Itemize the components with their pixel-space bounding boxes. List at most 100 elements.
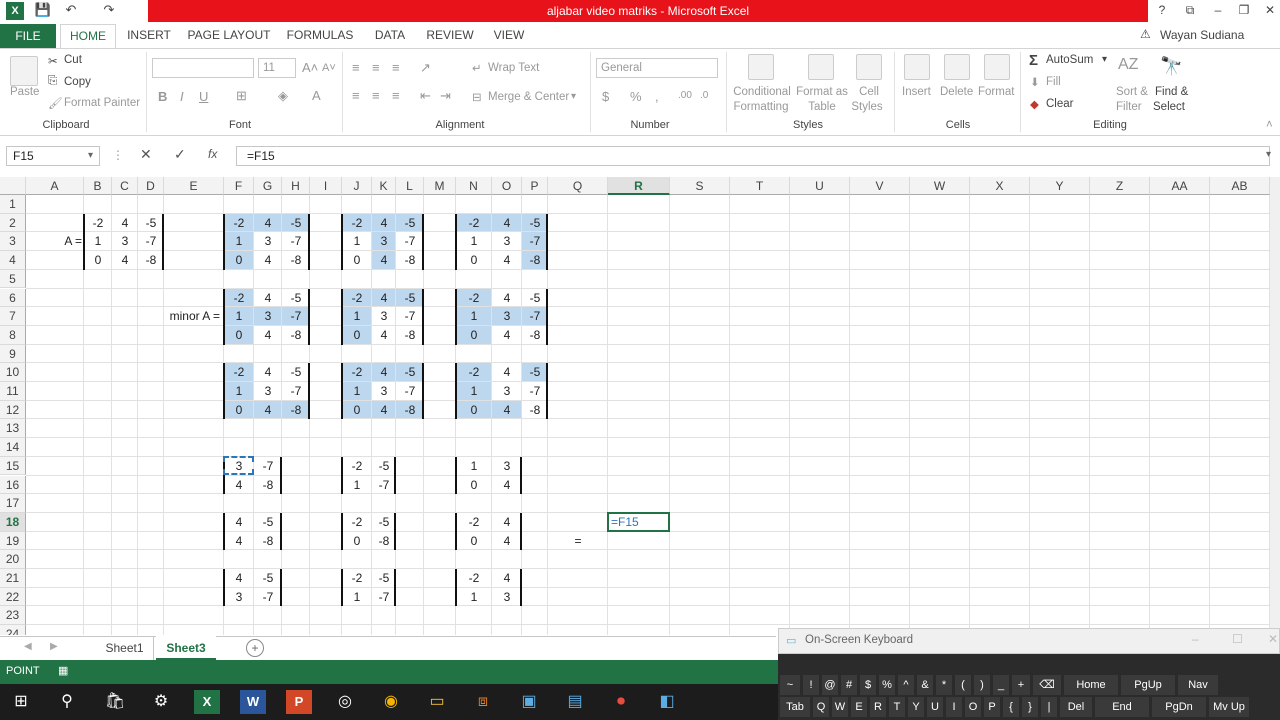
cell-g3[interactable]: 3 [254,232,282,251]
cell-o15[interactable]: 3 [492,457,522,476]
cell-k2[interactable]: 4 [372,214,396,233]
cell-f10[interactable]: -2 [224,363,254,382]
cell-f18[interactable]: 4 [224,513,254,532]
cell-p7[interactable]: -7 [522,307,548,326]
row2-key[interactable]: W [832,697,848,717]
cell-k16[interactable]: -7 [372,476,396,495]
format-cells-icon[interactable] [984,54,1010,80]
cell-q19[interactable]: = [548,532,608,551]
row1-key[interactable]: ~ [780,675,800,695]
row1-key[interactable]: _ [993,675,1009,695]
sort-filter-icon[interactable]: AZ [1118,56,1138,74]
column-header-b[interactable]: B [84,177,112,195]
percent-icon[interactable]: % [630,89,642,104]
column-header-w[interactable]: W [910,177,970,195]
bold-button[interactable]: B [158,89,167,104]
fill-icon[interactable]: ⬇ [1030,75,1040,89]
row1-key[interactable]: * [936,675,952,695]
cell-k15[interactable]: -5 [372,457,396,476]
cell-k11[interactable]: 3 [372,382,396,401]
store-icon[interactable]: 🛍 [102,690,128,714]
cell-j7[interactable]: 1 [342,307,372,326]
format-as-table-button[interactable]: Format as [796,86,848,98]
cell-styles-icon[interactable] [856,54,882,80]
osk-maximize-button[interactable]: ☐ [1232,632,1243,646]
cell-p10[interactable]: -5 [522,363,548,382]
cell-k19[interactable]: -8 [372,532,396,551]
row1-key[interactable]: ( [955,675,971,695]
cell-f7[interactable]: 1 [224,307,254,326]
row-header-3[interactable]: 3 [0,232,26,252]
cell-o3[interactable]: 3 [492,232,522,251]
format-as-table-label[interactable]: Table [796,101,848,113]
align-middle-icon[interactable]: ≡ [372,60,380,75]
row-header-8[interactable]: 8 [0,325,26,345]
column-header-l[interactable]: L [396,177,424,195]
align-right-icon[interactable]: ≡ [392,88,400,103]
cell-o10[interactable]: 4 [492,363,522,382]
cell-n2[interactable]: -2 [456,214,492,233]
cell-o2[interactable]: 4 [492,214,522,233]
row-header-9[interactable]: 9 [0,344,26,364]
sheet-tab-sheet1[interactable]: Sheet1 [96,636,154,660]
row2-key[interactable]: O [965,697,981,717]
row-header-23[interactable]: 23 [0,606,26,626]
column-header-f[interactable]: F [224,177,254,195]
cell-k3[interactable]: 3 [372,232,396,251]
cell-k7[interactable]: 3 [372,307,396,326]
row-header-20[interactable]: 20 [0,550,26,569]
row1-key[interactable]: $ [860,675,876,695]
cell-o16[interactable]: 4 [492,476,522,495]
cell-n10[interactable]: -2 [456,363,492,382]
decrease-indent-icon[interactable]: ⇤ [420,88,431,104]
cell-p8[interactable]: -8 [522,326,548,345]
cell-n8[interactable]: 0 [456,326,492,345]
cell-l11[interactable]: -7 [396,382,424,401]
redo-icon[interactable]: ↷ [100,2,118,20]
row-header-1[interactable]: 1 [0,195,26,214]
column-header-v[interactable]: V [850,177,910,195]
cell-j3[interactable]: 1 [342,232,372,251]
cell-h8[interactable]: -8 [282,326,310,345]
help-button[interactable]: ? [1152,3,1172,17]
cell-h2[interactable]: -5 [282,214,310,233]
cell-d2[interactable]: -5 [138,214,164,233]
tab-insert[interactable]: INSERT [124,24,174,48]
paste-icon[interactable] [10,56,38,86]
app-taskbar-icon[interactable]: ⧈ [470,690,496,714]
chrome-taskbar-icon[interactable]: ◉ [378,690,404,714]
cell-g12[interactable]: 4 [254,401,282,420]
cell-styles-label[interactable]: Styles [848,101,886,113]
cell-l6[interactable]: -5 [396,289,424,308]
cell-a3[interactable]: A = [26,232,84,251]
tab-file[interactable]: FILE [0,24,56,48]
cell-h12[interactable]: -8 [282,401,310,420]
find-select-button[interactable]: Find & [1155,86,1188,98]
cell-n6[interactable]: -2 [456,289,492,308]
column-header-u[interactable]: U [790,177,850,195]
cell-h11[interactable]: -7 [282,382,310,401]
cell-f22[interactable]: 3 [224,588,254,607]
next-sheet-icon[interactable]: ▶ [50,641,58,652]
cell-g11[interactable]: 3 [254,382,282,401]
vertical-scrollbar[interactable] [1270,177,1280,635]
cell-j10[interactable]: -2 [342,363,372,382]
clear-button[interactable]: Clear [1046,98,1073,110]
cell-j22[interactable]: 1 [342,588,372,607]
cell-b3[interactable]: 1 [84,232,112,251]
cell-f3[interactable]: 1 [224,232,254,251]
media-taskbar-icon[interactable]: ◎ [332,690,358,714]
copy-icon[interactable]: ⎘ [48,75,57,88]
cell-f12[interactable]: 0 [224,401,254,420]
cell-k18[interactable]: -5 [372,513,396,532]
cell-h10[interactable]: -5 [282,363,310,382]
merge-center-button[interactable]: Merge & Center [488,91,569,103]
tab-page-layout[interactable]: PAGE LAYOUT [186,24,272,48]
cell-h6[interactable]: -5 [282,289,310,308]
row-header-19[interactable]: 19 [0,531,26,551]
column-header-i[interactable]: I [310,177,342,195]
cell-n7[interactable]: 1 [456,307,492,326]
column-header-n[interactable]: N [456,177,492,195]
cell-o19[interactable]: 4 [492,532,522,551]
row-header-22[interactable]: 22 [0,587,26,607]
